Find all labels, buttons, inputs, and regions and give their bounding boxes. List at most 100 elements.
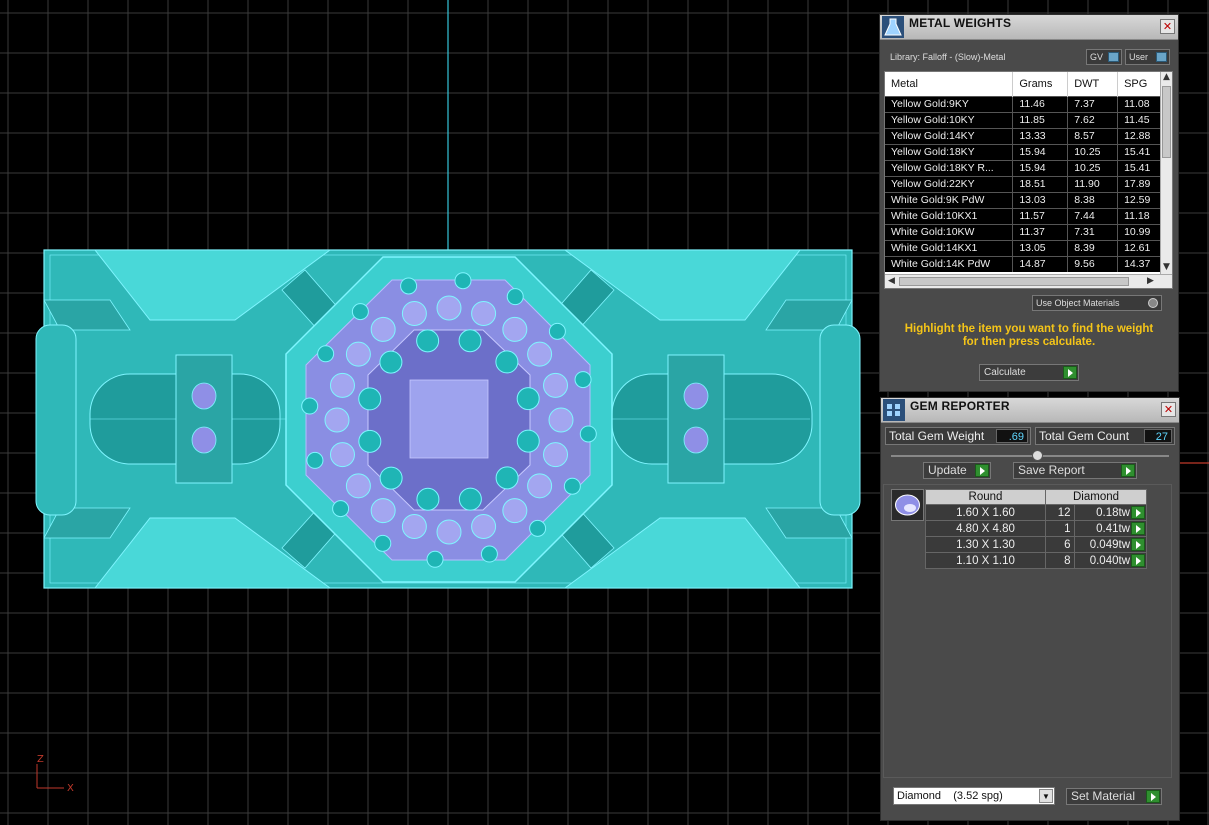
metal-weights-titlebar[interactable]: METAL WEIGHTS ✕ (880, 15, 1178, 40)
play-icon[interactable] (1131, 538, 1145, 551)
halo-gem (324, 407, 350, 433)
column-header-grams[interactable]: Grams (1012, 72, 1069, 96)
play-icon[interactable] (1131, 554, 1145, 567)
table-row[interactable]: White Gold:14K PdW 14.87 9.56 14.37 (885, 255, 1161, 272)
halo-gem (527, 473, 553, 499)
use-object-materials-toggle[interactable]: Use Object Materials (1032, 295, 1162, 311)
gv-toggle[interactable]: GV (1086, 49, 1122, 65)
table-row[interactable]: Yellow Gold:22KY 18.51 11.90 17.89 (885, 175, 1161, 192)
halo-gem (416, 329, 440, 353)
table-cell: 10.25 (1067, 159, 1119, 176)
gem-row[interactable]: 1.10 X 1.10 8 0.040tw (925, 552, 1148, 569)
scroll-thumb[interactable] (899, 277, 1129, 286)
table-cell: 10.99 (1117, 223, 1161, 240)
column-header-dwt[interactable]: DWT (1067, 72, 1119, 96)
halo-gem (345, 473, 371, 499)
gem-weight-cell: 0.040tw (1073, 552, 1148, 569)
save-report-button[interactable]: Save Report (1013, 462, 1137, 479)
shape-header: Round (925, 489, 1046, 505)
metal-weights-title: METAL WEIGHTS (909, 16, 1012, 30)
calculate-button[interactable]: Calculate (979, 364, 1079, 381)
scroll-down-icon[interactable]: ▼ (1163, 262, 1170, 272)
play-icon[interactable] (1131, 522, 1145, 535)
halo-gem (548, 322, 566, 340)
table-row[interactable]: White Gold:9K PdW 13.03 8.38 12.59 (885, 191, 1161, 208)
user-toggle[interactable]: User (1125, 49, 1170, 65)
gem-weight: 0.18tw (1096, 506, 1130, 519)
table-cell: 11.85 (1012, 111, 1069, 128)
halo-gem (563, 477, 581, 495)
left-end-cap (35, 324, 77, 516)
horizontal-scrollbar[interactable]: ◀ ▶ (885, 274, 1172, 288)
table-row[interactable]: White Gold:10KX1 11.57 7.44 11.18 (885, 207, 1161, 224)
gem-row[interactable]: 4.80 X 4.80 1 0.41tw (925, 520, 1148, 537)
play-icon[interactable] (1131, 506, 1145, 519)
gem-size: 1.60 X 1.60 (925, 504, 1046, 521)
halo-gem (454, 272, 472, 290)
close-icon[interactable]: ✕ (1160, 19, 1175, 34)
halo-gem (358, 429, 382, 453)
table-cell: 8.57 (1067, 127, 1119, 144)
ring-model[interactable] (35, 249, 861, 589)
gem-count: 12 (1045, 504, 1075, 521)
slider-knob[interactable] (1032, 450, 1043, 461)
table-cell: 7.44 (1067, 207, 1119, 224)
table-cell: 7.37 (1067, 95, 1119, 112)
table-row[interactable]: Yellow Gold:18KY 15.94 10.25 15.41 (885, 143, 1161, 160)
halo-gem (317, 345, 335, 363)
scroll-right-icon[interactable]: ▶ (1147, 276, 1154, 286)
gem-count: 6 (1045, 536, 1075, 553)
column-header-spg[interactable]: SPG (1117, 72, 1161, 96)
total-gem-count-label: Total Gem Count (1039, 429, 1130, 443)
table-cell: 8.39 (1067, 239, 1119, 256)
table-cell: 17.89 (1117, 175, 1161, 192)
chevron-down-icon[interactable]: ▼ (1039, 789, 1053, 803)
halo-gem (370, 498, 396, 524)
round-gem-icon (895, 494, 920, 516)
table-cell: 14.87 (1012, 255, 1069, 272)
halo-gem (574, 371, 592, 389)
table-cell: 11.57 (1012, 207, 1069, 224)
gem-table[interactable]: Round Diamond 1.60 X 1.60 12 0.18tw 4.80 X … (925, 489, 1148, 569)
table-cell: 14.37 (1117, 255, 1161, 272)
scroll-left-icon[interactable]: ◀ (888, 276, 895, 286)
table-cell: White Gold:14K PdW (885, 255, 1014, 272)
table-cell: 18.51 (1012, 175, 1069, 192)
table-cell: 7.31 (1067, 223, 1119, 240)
gem-count: 8 (1045, 552, 1075, 569)
play-icon (1063, 366, 1077, 379)
update-button[interactable]: Update (923, 462, 991, 479)
gem-reporter-panel: GEM REPORTER ✕ Total Gem Weight .69 Tota… (880, 397, 1180, 821)
table-cell: 15.41 (1117, 159, 1161, 176)
gem-weight-cell: 0.049tw (1073, 536, 1148, 553)
play-icon (975, 464, 989, 477)
halo-gem (436, 519, 462, 545)
scroll-thumb[interactable] (1162, 86, 1171, 158)
scroll-up-icon[interactable]: ▲ (1163, 72, 1170, 82)
split-slider[interactable] (891, 450, 1169, 461)
table-row[interactable]: Yellow Gold:9KY 11.46 7.37 11.08 (885, 95, 1161, 112)
axis-z-label: Z (37, 754, 44, 765)
halo-gem (379, 466, 403, 490)
table-cell: 11.08 (1117, 95, 1161, 112)
metal-table[interactable]: Metal Grams DWT SPG Yellow Gold:9KY 11.46… (884, 71, 1173, 289)
table-row[interactable]: Yellow Gold:14KY 13.33 8.57 12.88 (885, 127, 1161, 144)
table-row[interactable]: Yellow Gold:10KY 11.85 7.62 11.45 (885, 111, 1161, 128)
vertical-scrollbar[interactable]: ▲ ▼ (1160, 72, 1172, 276)
table-row[interactable]: White Gold:10KW 11.37 7.31 10.99 (885, 223, 1161, 240)
material-select[interactable]: Diamond (3.52 spg) ▼ (893, 787, 1055, 805)
halo-gem (527, 341, 553, 367)
set-material-button[interactable]: Set Material (1066, 788, 1162, 805)
gem-row[interactable]: 1.30 X 1.30 6 0.049tw (925, 536, 1148, 553)
gem-reporter-titlebar[interactable]: GEM REPORTER ✕ (881, 398, 1179, 423)
column-header-metal[interactable]: Metal (885, 72, 1014, 96)
close-icon[interactable]: ✕ (1161, 402, 1176, 417)
round-gem-thumbnail[interactable] (891, 489, 924, 521)
table-row[interactable]: White Gold:14KX1 13.05 8.39 12.61 (885, 239, 1161, 256)
material-select-value: Diamond (3.52 spg) (897, 790, 1003, 802)
table-row[interactable]: Yellow Gold:18KY R... 15.94 10.25 15.41 (885, 159, 1161, 176)
halo-gem (495, 350, 519, 374)
gem-row[interactable]: 1.60 X 1.60 12 0.18tw (925, 504, 1148, 521)
table-cell: White Gold:9K PdW (885, 191, 1014, 208)
halo-gem (579, 425, 597, 443)
